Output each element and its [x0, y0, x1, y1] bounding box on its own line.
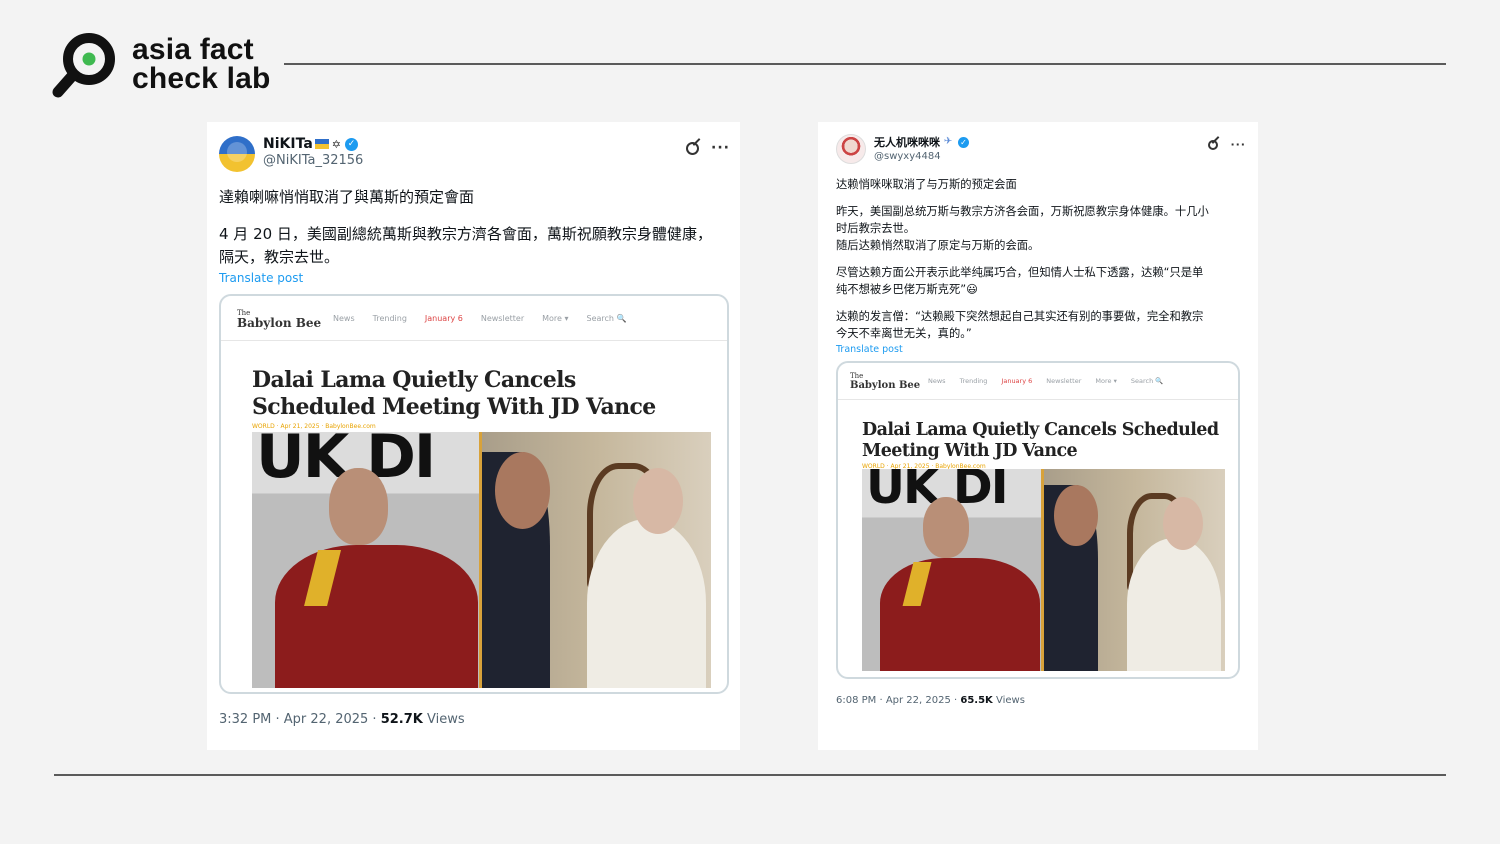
translate-post-link[interactable]: Translate post: [219, 271, 730, 285]
tweet-title-line: 达赖悄咪咪取消了与万斯的预定会面: [836, 178, 1017, 191]
tweet-timestamp[interactable]: 6:08 PM · Apr 22, 2025 ·: [836, 695, 960, 706]
nav-more: More ▾: [542, 313, 569, 323]
nav-news: News: [333, 313, 355, 323]
photo-dalai-lama: UK DI: [252, 432, 482, 688]
babylon-bee-logo: The Babylon Bee: [850, 372, 921, 391]
grok-icon[interactable]: [686, 141, 700, 155]
brand-name: asia fact check lab: [132, 33, 271, 95]
user-handle[interactable]: @NiKITa_32156: [263, 153, 363, 168]
nav-trending: Trending: [372, 313, 407, 323]
nav-january-6: January 6: [424, 313, 463, 323]
photo-vance-pope: [1043, 469, 1225, 671]
display-name[interactable]: NiKITa: [263, 136, 313, 152]
tweet-body-paragraph-3: 达赖的发言僧：“达赖殿下突然想起自己其实还有别的事要做，完全和教宗 今天不幸离世…: [836, 310, 1204, 340]
avatar[interactable]: [219, 136, 255, 172]
grok-icon[interactable]: [1208, 139, 1219, 150]
more-options-icon[interactable]: ···: [1230, 138, 1246, 151]
tweet-title-line: 達賴喇嘛悄悄取消了與萬斯的預定會面: [219, 188, 475, 206]
tweet-body-paragraph-1: 昨天，美国副总统万斯与教宗方济各会面，万斯祝愿教宗身体健康。十几小 时后教宗去世…: [836, 205, 1209, 252]
user-handle[interactable]: @swyxy4484: [874, 151, 969, 162]
nav-search: Search 🔍: [586, 313, 627, 323]
top-divider: [284, 63, 1446, 65]
nav-trending: Trending: [959, 377, 988, 385]
tweet-card-left: NiKITa ✡ ✓ @NiKITa_32156 ··· 達賴喇嘛悄悄取消了與萬…: [207, 122, 740, 750]
brand-logo: asia fact check lab: [52, 30, 271, 98]
magnifier-logo-icon: [52, 33, 115, 98]
tweet-header: 无人机咪咪咪 ✈ ✓ @swyxy4484 ···: [836, 134, 1246, 164]
article-byline: WORLD · Apr 21, 2025 · BabylonBee.com: [252, 423, 376, 430]
display-name[interactable]: 无人机咪咪咪: [874, 134, 940, 150]
nav-search: Search 🔍: [1130, 377, 1164, 385]
article-photo: UK DI: [252, 432, 711, 688]
verified-badge-icon: ✓: [344, 137, 358, 151]
tweet-card-right: 无人机咪咪咪 ✈ ✓ @swyxy4484 ··· 达赖悄咪咪取消了与万斯的预定…: [818, 122, 1258, 750]
article-headline: Dalai Lama Quietly Cancels Scheduled Mee…: [862, 420, 1219, 461]
nav-newsletter: Newsletter: [480, 313, 525, 323]
views-label: Views: [992, 695, 1025, 706]
views-label: Views: [422, 712, 465, 727]
translate-post-link[interactable]: Translate post: [836, 344, 1246, 355]
ukraine-flag-icon: [314, 139, 329, 149]
photo-vance-pope: [481, 432, 711, 688]
avatar[interactable]: [836, 134, 866, 164]
views-count: 65.5K: [960, 695, 993, 706]
star-of-david-icon: ✡: [331, 137, 341, 151]
tweet-body: 4 月 20 日，美國副總統萬斯與教宗方濟各會面，萬斯祝願教宗身體健康， 隔天，…: [219, 225, 712, 266]
tweet-text: 達賴喇嘛悄悄取消了與萬斯的預定會面 4 月 20 日，美國副總統萬斯與教宗方濟各…: [219, 186, 730, 269]
nav-more: More ▾: [1095, 377, 1117, 385]
nav-newsletter: Newsletter: [1046, 377, 1082, 385]
tweet-meta: 3:32 PM · Apr 22, 2025 · 52.7K Views: [219, 712, 730, 727]
article-headline: Dalai Lama Quietly Cancels Scheduled Mee…: [252, 367, 656, 420]
photo-dalai-lama: UK DI: [862, 469, 1044, 671]
article-photo: UK DI: [862, 469, 1225, 671]
babylon-bee-nav: The Babylon Bee News Trending January 6 …: [838, 363, 1238, 400]
tweet-header: NiKITa ✡ ✓ @NiKITa_32156 ···: [219, 136, 730, 172]
views-count: 52.7K: [380, 712, 423, 727]
nav-january-6: January 6: [1001, 377, 1033, 385]
airplane-icon: ✈: [943, 136, 953, 147]
brand-name-line2: check lab: [132, 62, 271, 95]
link-preview-card[interactable]: The Babylon Bee News Trending January 6 …: [219, 294, 729, 694]
tweet-text: 达赖悄咪咪取消了与万斯的预定会面 昨天，美国副总统万斯与教宗方济各会面，万斯祝愿…: [836, 176, 1246, 342]
more-options-icon[interactable]: ···: [711, 140, 730, 156]
link-preview-card[interactable]: The Babylon Bee News Trending January 6 …: [836, 361, 1240, 679]
tweet-timestamp[interactable]: 3:32 PM · Apr 22, 2025 ·: [219, 712, 381, 727]
nav-news: News: [928, 377, 946, 385]
babylon-bee-logo: The Babylon Bee: [237, 309, 322, 330]
tweet-body-paragraph-2: 尽管达赖方面公开表示此举纯属巧合，但知情人士私下透露，达赖“只是单 纯不想被乡巴…: [836, 266, 1204, 296]
brand-name-line1: asia fact: [132, 33, 254, 66]
bottom-divider: [54, 774, 1446, 776]
babylon-bee-nav: The Babylon Bee News Trending January 6 …: [221, 296, 727, 341]
tweet-meta: 6:08 PM · Apr 22, 2025 · 65.5K Views: [836, 695, 1246, 706]
verified-badge-icon: ✓: [958, 136, 969, 148]
